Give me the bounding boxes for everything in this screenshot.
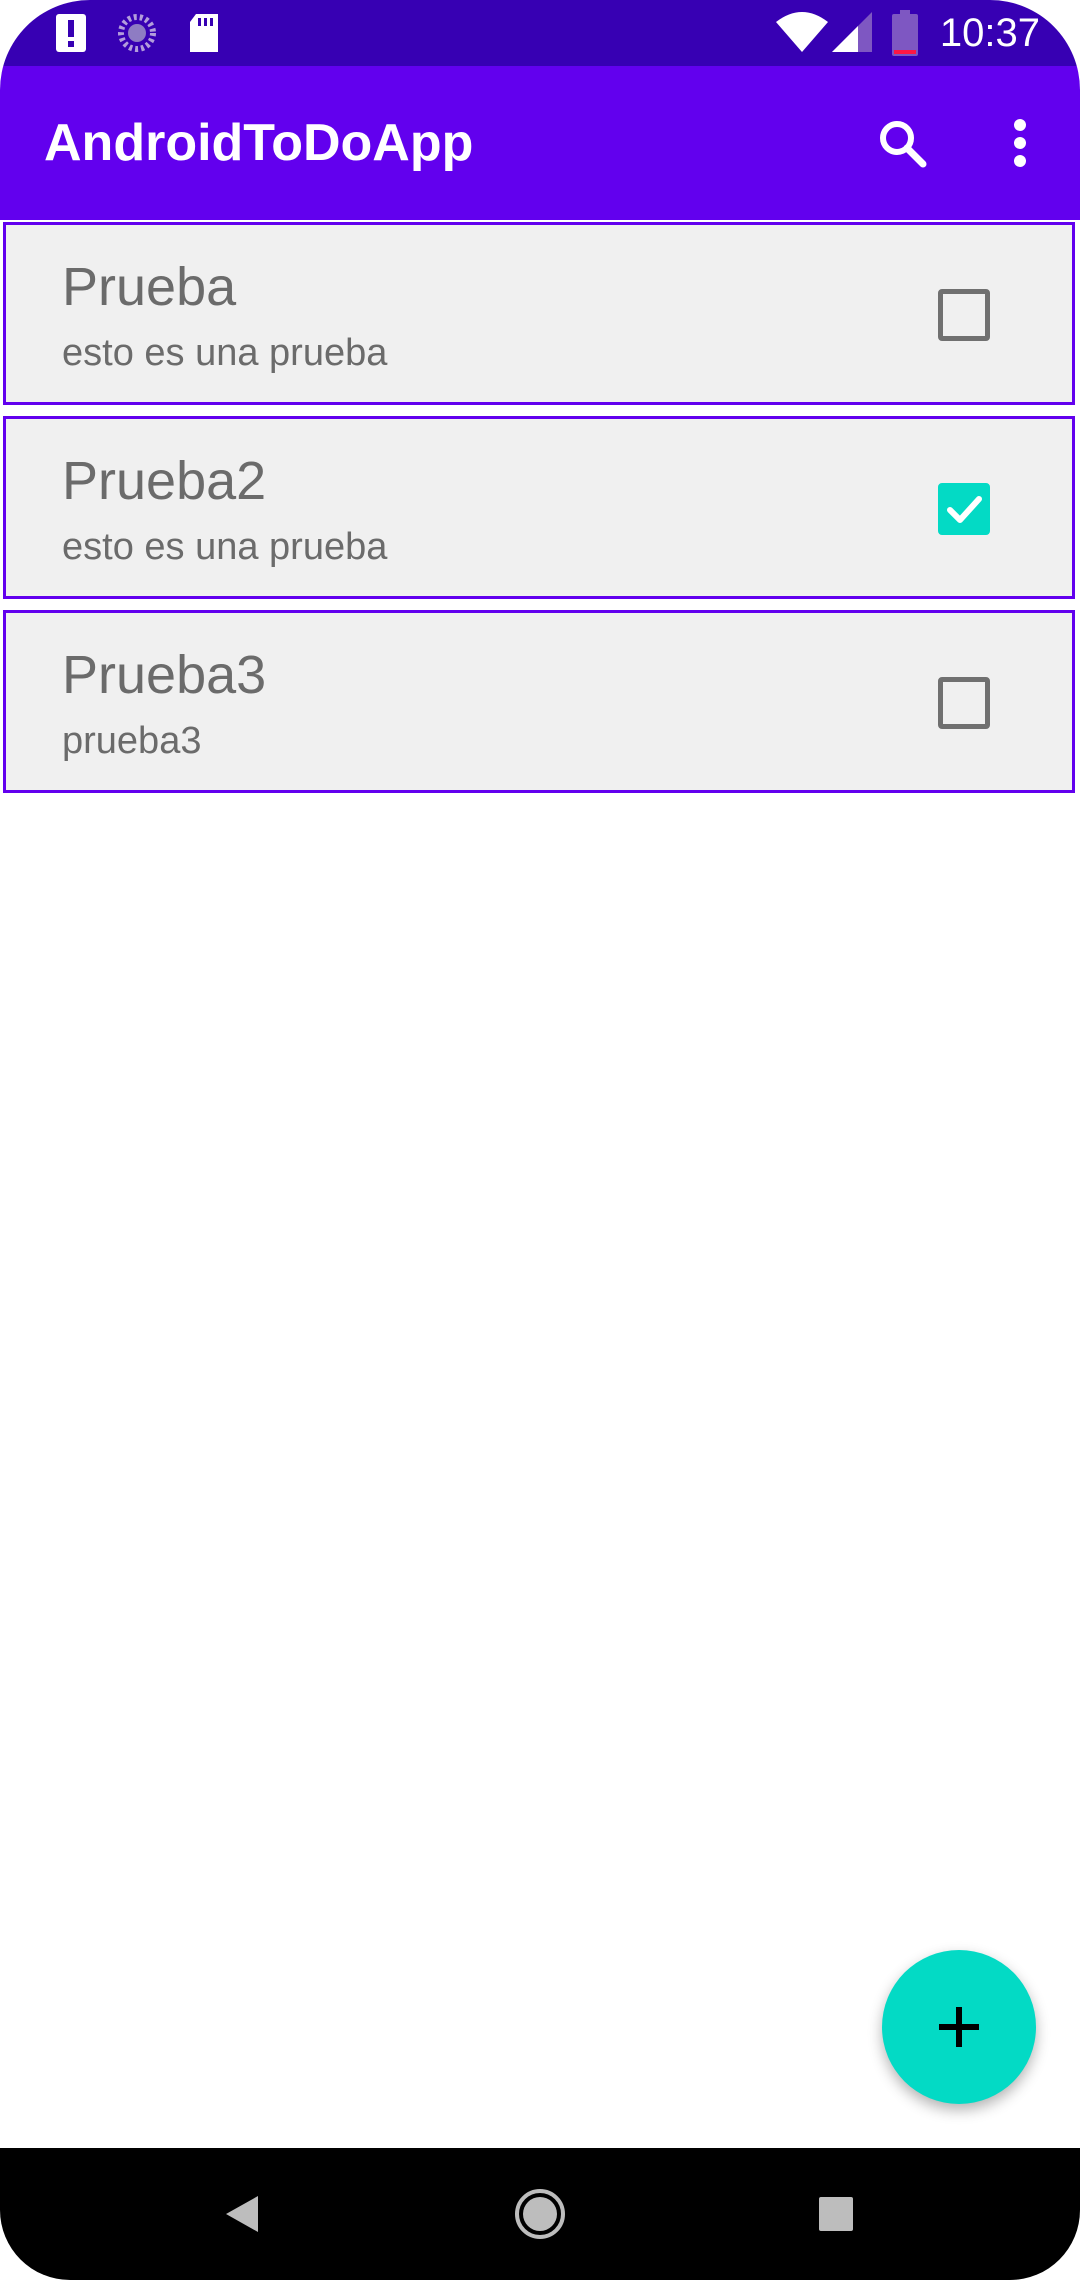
search-icon bbox=[880, 121, 927, 168]
todo-title: Prueba bbox=[62, 257, 237, 317]
todo-title: Prueba3 bbox=[62, 645, 267, 705]
app-bar: AndroidToDoApp bbox=[0, 66, 1080, 220]
screen: 10:37 AndroidToDoApp Prueba esto es una … bbox=[0, 0, 1080, 2280]
app-title: AndroidToDoApp bbox=[44, 114, 474, 172]
home-button[interactable] bbox=[500, 2174, 580, 2254]
alert-icon bbox=[56, 14, 86, 57]
check-icon bbox=[947, 496, 982, 523]
sd-card-icon bbox=[188, 14, 220, 57]
home-icon bbox=[515, 2189, 565, 2239]
add-todo-button[interactable] bbox=[882, 1950, 1036, 2104]
add-icon bbox=[939, 2007, 979, 2047]
battery-icon bbox=[892, 10, 918, 61]
signal-icon bbox=[832, 12, 872, 57]
recents-button[interactable] bbox=[796, 2174, 876, 2254]
back-icon bbox=[226, 2196, 258, 2232]
todo-item[interactable]: Prueba3 prueba3 bbox=[3, 610, 1075, 793]
todo-item[interactable]: Prueba2 esto es una prueba bbox=[3, 416, 1075, 599]
todo-checkbox[interactable] bbox=[938, 677, 990, 729]
more-vert-icon bbox=[1014, 119, 1026, 167]
navigation-bar bbox=[0, 2148, 1080, 2280]
sync-icon bbox=[118, 14, 156, 57]
more-options-button[interactable] bbox=[980, 103, 1060, 183]
todo-item[interactable]: Prueba esto es una prueba bbox=[3, 222, 1075, 405]
recents-icon bbox=[819, 2197, 853, 2231]
status-bar: 10:37 bbox=[0, 0, 1080, 66]
search-button[interactable] bbox=[862, 103, 942, 183]
wifi-icon bbox=[776, 12, 828, 57]
status-time: 10:37 bbox=[939, 11, 1040, 55]
todo-checkbox[interactable] bbox=[938, 483, 990, 535]
todo-description: esto es una prueba bbox=[62, 526, 388, 568]
todo-checkbox[interactable] bbox=[938, 289, 990, 341]
todo-description: esto es una prueba bbox=[62, 332, 388, 374]
todo-description: prueba3 bbox=[62, 720, 202, 762]
back-button[interactable] bbox=[202, 2174, 282, 2254]
todo-title: Prueba2 bbox=[62, 451, 267, 511]
